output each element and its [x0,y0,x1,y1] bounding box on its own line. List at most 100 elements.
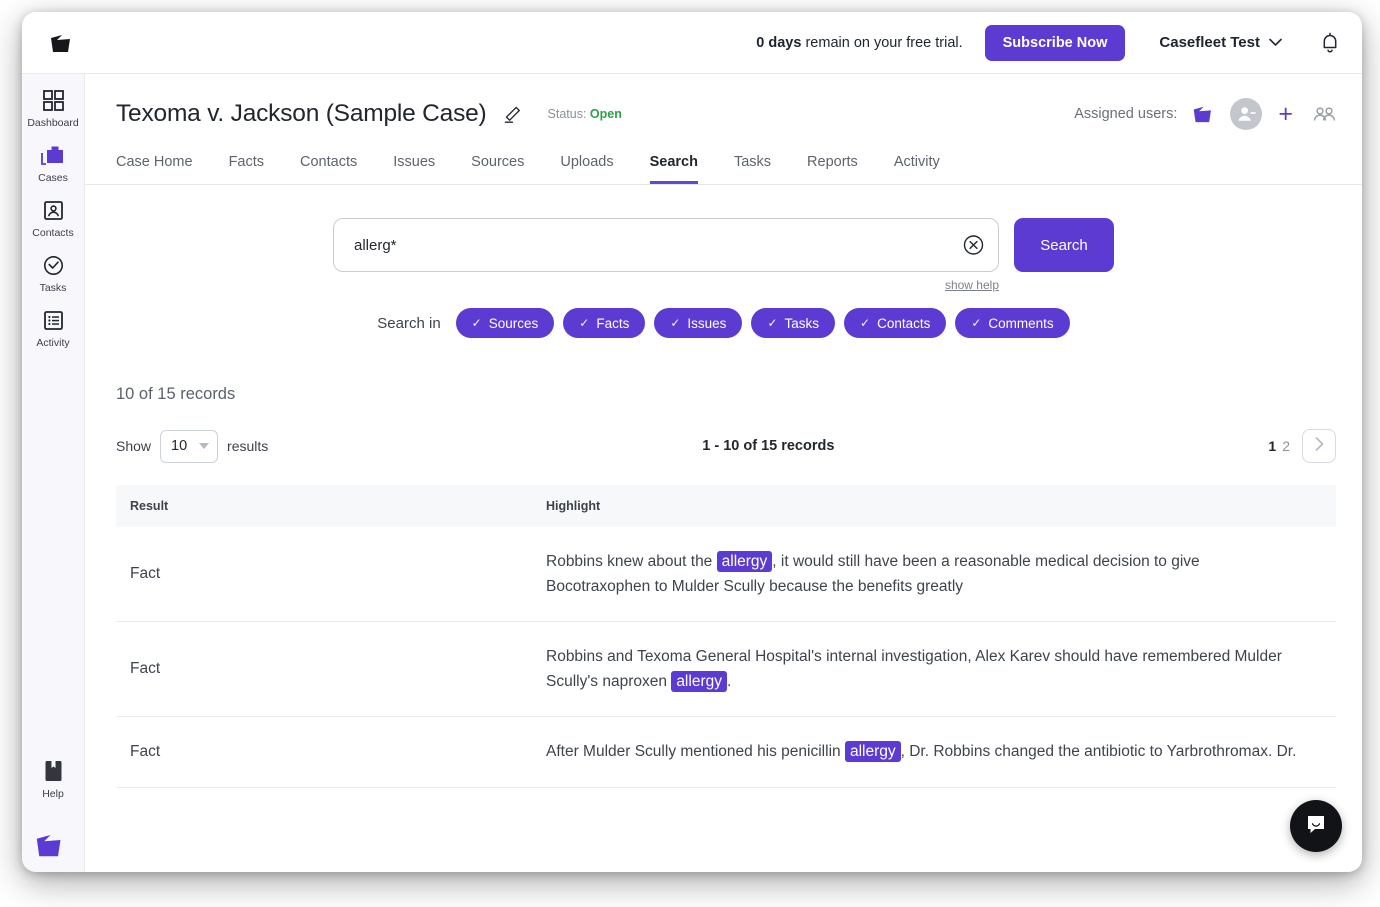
cell-result-type: Fact [116,527,531,622]
page-number-2[interactable]: 2 [1282,438,1290,454]
results-table: Result Highlight Fact Robbins knew about… [116,485,1336,788]
trial-days: 0 days [756,35,801,51]
left-sidebar: Dashboard Cases Contacts [22,74,85,872]
results-section: 10 of 15 records Show 10 results 1 - 10 … [85,385,1362,788]
check-icon: ✓ [670,316,680,330]
briefcase-icon [41,143,65,167]
table-row[interactable]: Fact After Mulder Scully mentioned his p… [116,717,1336,787]
sidebar-item-help[interactable]: Help [22,759,84,800]
search-term-highlight: allergy [671,671,727,692]
subscribe-now-button[interactable]: Subscribe Now [985,25,1126,61]
sidebar-item-activity[interactable]: Activity [22,294,84,349]
status-value: Open [590,107,622,121]
tab-issues[interactable]: Issues [393,148,435,184]
trial-notice: 0 days remain on your free trial. [756,35,962,51]
filter-chip-label: Issues [687,316,726,331]
search-input[interactable] [334,219,998,271]
page-number-1[interactable]: 1 [1268,438,1276,454]
next-page-button[interactable] [1302,429,1336,463]
table-head: Result Highlight [116,485,1336,527]
show-help-link[interactable]: show help [945,278,999,292]
casefleet-logo-icon[interactable] [1191,103,1220,125]
chat-launcher-button[interactable] [1290,800,1342,852]
user-avatar-icon[interactable] [1230,98,1262,130]
search-box [333,218,999,272]
status-label: Status: [548,107,587,121]
tab-tasks[interactable]: Tasks [734,148,771,184]
filter-chip-contacts[interactable]: ✓ Contacts [844,308,946,338]
page-title: Texoma v. Jackson (Sample Case) [116,100,487,128]
sidebar-item-label: Contacts [32,227,73,239]
check-icon: ✓ [767,316,777,330]
tab-sources[interactable]: Sources [471,148,524,184]
status-badge: Status: Open [548,107,622,121]
case-header: Texoma v. Jackson (Sample Case) Status: … [85,74,1362,130]
filter-chip-label: Comments [988,316,1053,331]
main-content: Texoma v. Jackson (Sample Case) Status: … [85,74,1362,872]
sidebar-item-tasks[interactable]: Tasks [22,239,84,294]
assigned-users: Assigned users: + [1074,98,1336,130]
sidebar-item-label: Help [42,788,64,800]
filter-chip-label: Sources [489,316,539,331]
tab-reports[interactable]: Reports [807,148,858,184]
filter-chip-comments[interactable]: ✓ Comments [955,308,1069,338]
filter-chip-facts[interactable]: ✓ Facts [563,308,645,338]
table-row[interactable]: Fact Robbins and Texoma General Hospital… [116,622,1336,717]
trial-message: remain on your free trial. [801,35,962,51]
casefleet-logo-icon[interactable] [22,830,84,860]
cell-result-type: Fact [116,622,531,717]
notification-bell-icon[interactable] [1320,31,1340,54]
app-window: 0 days remain on your free trial. Subscr… [22,12,1362,872]
sidebar-item-contacts[interactable]: Contacts [22,184,84,239]
tab-uploads[interactable]: Uploads [560,148,613,184]
sidebar-item-cases[interactable]: Cases [22,129,84,184]
account-name: Casefleet Test [1159,34,1260,51]
top-bar-right: 0 days remain on your free trial. Subscr… [756,25,1362,61]
search-term-highlight: allergy [717,551,773,572]
sidebar-item-label: Activity [36,337,69,349]
tab-case-home[interactable]: Case Home [116,148,193,184]
tab-contacts[interactable]: Contacts [300,148,357,184]
top-bar: 0 days remain on your free trial. Subscr… [22,12,1362,74]
casefleet-logo-icon[interactable] [42,26,86,60]
pencil-edit-icon[interactable] [503,105,522,124]
table-body: Fact Robbins knew about the allergy, it … [116,527,1336,787]
contact-card-icon [43,198,64,222]
search-filters: Search in ✓ Sources ✓ Facts ✓ Issues ✓ T… [85,308,1362,338]
people-group-icon[interactable] [1313,106,1336,123]
sidebar-item-label: Cases [38,172,68,184]
page-numbers: 1 2 [1268,438,1290,454]
check-icon: ✓ [860,316,870,330]
filter-chip-issues[interactable]: ✓ Issues [654,308,742,338]
sidebar-item-dashboard[interactable]: Dashboard [22,74,84,129]
search-section: Search show help [85,218,1362,292]
filter-chip-label: Facts [596,316,629,331]
page-size-select[interactable]: 10 [160,430,218,463]
grid-dashboard-icon [43,88,64,112]
tab-facts[interactable]: Facts [229,148,264,184]
chat-bubble-icon [1304,812,1328,841]
check-icon: ✓ [971,316,981,330]
filter-chip-tasks[interactable]: ✓ Tasks [751,308,835,338]
column-header-highlight: Highlight [531,485,1336,527]
records-count: 10 of 15 records [116,385,1336,404]
show-label: Show [116,438,151,454]
chevron-down-icon [199,443,209,449]
chevron-right-icon [1315,437,1324,455]
cell-highlight: After Mulder Scully mentioned his penici… [531,717,1336,787]
account-menu[interactable]: Casefleet Test [1159,34,1282,51]
tab-search[interactable]: Search [650,148,698,184]
search-in-label: Search in [377,315,440,332]
check-icon: ✓ [579,316,589,330]
search-button[interactable]: Search [1014,218,1114,272]
table-header-row: Result Highlight [116,485,1336,527]
table-row[interactable]: Fact Robbins knew about the allergy, it … [116,527,1336,622]
record-range: 1 - 10 of 15 records [702,438,834,454]
clear-circle-x-icon[interactable] [963,235,984,256]
plus-icon[interactable]: + [1278,102,1293,127]
sidebar-item-label: Tasks [40,282,67,294]
filter-chip-label: Contacts [877,316,930,331]
tab-activity[interactable]: Activity [894,148,940,184]
column-header-result: Result [116,485,531,527]
filter-chip-sources[interactable]: ✓ Sources [456,308,555,338]
